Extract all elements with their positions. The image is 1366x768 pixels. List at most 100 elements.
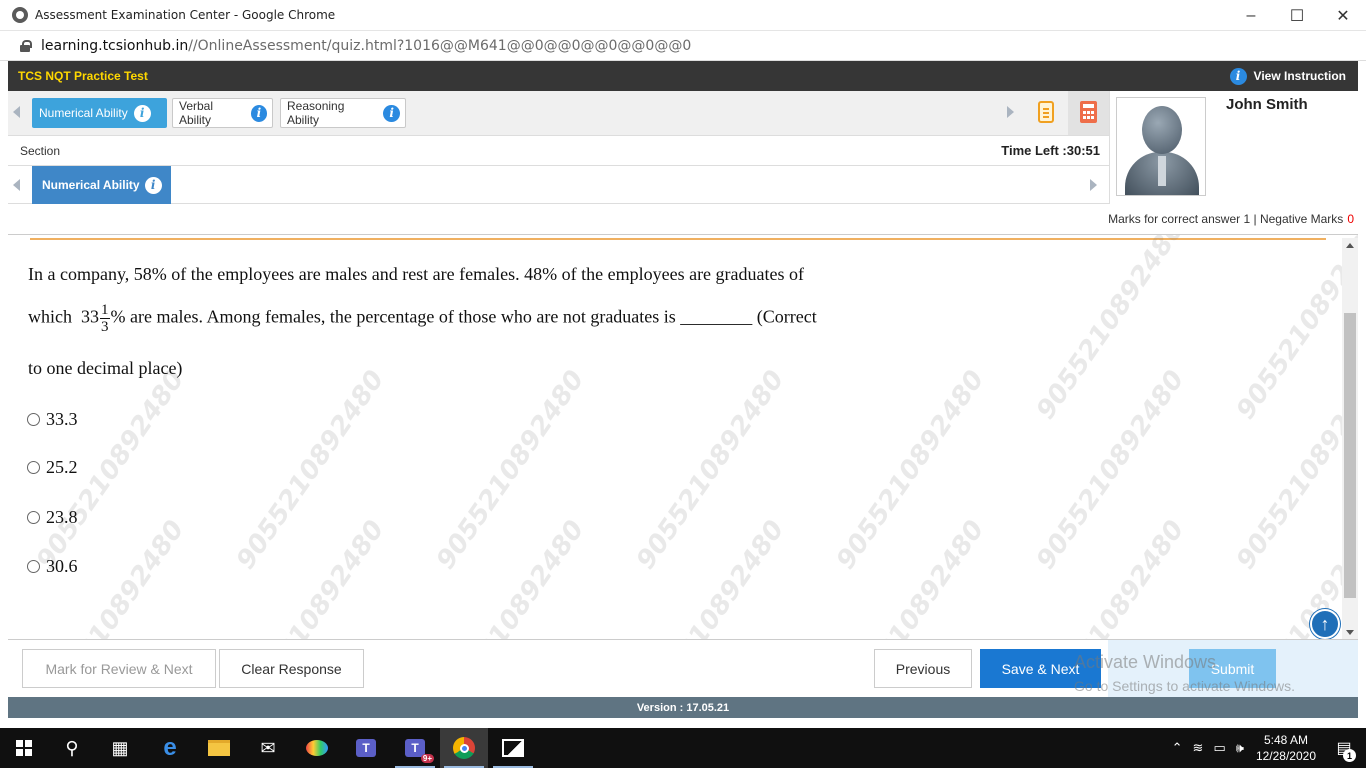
watermark: 9055210892480 [230,365,391,575]
volume-icon[interactable]: 🕪 [1236,740,1244,756]
option-radio[interactable] [27,560,40,573]
option-radio[interactable] [27,511,40,524]
info-icon: i [133,104,151,122]
watermark: 9055210892480 [1230,365,1358,575]
taskbar-photos[interactable] [489,728,537,768]
calculator-button[interactable] [1068,91,1109,135]
option-2[interactable]: 25.2 [27,457,78,478]
start-button[interactable] [0,728,48,768]
option-radio[interactable] [27,461,40,474]
tab-label: Numerical Ability [39,106,128,120]
scroll-up-icon[interactable] [1346,243,1354,248]
scroll-to-top-icon[interactable]: ↑ [1310,609,1340,639]
watermark: 9055210892480 [630,365,791,575]
watermark: 9055210892480 [230,515,391,639]
option-label: 25.2 [46,457,78,477]
windows-logo-icon [16,740,32,756]
chrome-app-icon [12,7,28,23]
version-text: Version : 17.05.21 [636,701,730,714]
marks-correct-label: Marks for correct answer [1108,212,1241,226]
taskbar-file-explorer[interactable] [195,728,243,768]
option-radio[interactable] [27,413,40,426]
minimize-icon[interactable]: – [1228,0,1274,31]
action-center-button[interactable]: ▤ 1 [1330,728,1358,768]
taskbar-chrome[interactable] [440,728,488,768]
close-icon[interactable]: ✕ [1320,0,1366,31]
view-instruction-link[interactable]: i View Instruction [1229,67,1346,85]
question-divider [30,238,1326,240]
previous-button[interactable]: Previous [874,649,972,688]
watermark: 9055210892480 [1230,234,1358,425]
browser-title-bar: Assessment Examination Center - Google C… [0,0,1366,31]
folder-icon [208,740,230,756]
question-scrollbar[interactable] [1342,238,1358,639]
marks-negative-value: 0 [1347,212,1354,226]
taskbar-clock[interactable]: 5:48 AM 12/28/2020 [1256,732,1316,764]
lock-icon[interactable] [20,39,32,52]
photos-icon [502,739,524,757]
question-text-line-3: to one decimal place) [28,358,183,378]
subtab-numerical-ability[interactable]: Numerical Ability i [32,166,171,204]
taskbar-teams-2[interactable]: T 9+ [391,728,439,768]
marks-info: Marks for correct answer 1 | Negative Ma… [8,204,1358,234]
url-path: //OnlineAssessment/quiz.html?1016@@M641@… [188,37,692,54]
url-host: learning.tcsionhub.in [41,37,189,54]
window-title: Assessment Examination Center - Google C… [35,8,336,22]
battery-icon[interactable]: ▭ [1213,740,1225,756]
tabs-scroll-right-icon[interactable] [1007,106,1014,118]
fraction: 13 [100,302,110,335]
subtab-label: Numerical Ability [42,178,140,192]
action-bar: Mark for Review & Next Clear Response Pr… [8,639,1358,698]
question-paper-icon[interactable] [1038,101,1054,123]
question-text-line-2: which 33 1 3% are males. Among females, th… [28,302,817,335]
option-4[interactable]: 30.6 [27,556,78,577]
candidate-profile: John Smith [1109,91,1358,204]
taskbar-paint[interactable] [293,728,341,768]
section-tabs-bar: Numerical Ability i Verbal Ability i Rea… [8,91,1109,136]
subtabs-scroll-right-icon[interactable] [1090,179,1097,191]
watermark: 9055210892480 [430,515,591,639]
tab-numerical-ability[interactable]: Numerical Ability i [32,98,167,128]
marks-separator: | [1250,212,1260,226]
windows-activation-subtitle: Go to Settings to activate Windows. [1074,678,1295,694]
windows-activation-title: Activate Windows [1074,652,1217,672]
clear-response-button[interactable]: Clear Response [219,649,364,688]
avatar [1116,97,1206,196]
address-bar[interactable]: learning.tcsionhub.in//OnlineAssessment/… [0,31,1366,61]
mark-for-review-button[interactable]: Mark for Review & Next [22,649,216,688]
edge-icon: e [163,734,177,761]
info-icon: i [250,104,267,122]
watermark: 9055210892480 [430,365,591,575]
tab-verbal-ability[interactable]: Verbal Ability i [172,98,273,128]
taskbar-mail[interactable]: ✉ [244,728,292,768]
tabs-scroll-left-icon[interactable] [13,106,20,118]
watermark: 9055210892480 [1030,234,1191,425]
scroll-thumb[interactable] [1344,313,1356,598]
option-1[interactable]: 33.3 [27,409,78,430]
marks-negative-label: Negative Marks [1259,212,1344,226]
task-view-button[interactable]: ▦ [96,728,144,768]
taskbar-teams[interactable]: T [342,728,390,768]
fraction-numerator: 1 [100,302,110,319]
maximize-icon[interactable]: ☐ [1274,0,1320,31]
info-icon: i [1229,67,1247,85]
option-label: 23.8 [46,507,78,527]
time-left: Time Left :30:51 [1001,143,1100,158]
url-text[interactable]: learning.tcsionhub.in//OnlineAssessment/… [41,38,691,54]
taskbar-edge[interactable]: e [146,728,194,768]
section-label: Section [20,143,61,158]
info-icon: i [383,104,400,122]
scroll-down-icon[interactable] [1346,630,1354,635]
tab-reasoning-ability[interactable]: Reasoning Ability i [280,98,406,128]
subtabs-scroll-left-icon[interactable] [13,179,20,191]
wifi-icon[interactable]: ≋ [1193,740,1204,756]
watermark: 9055210892480 [30,515,191,639]
windows-taskbar: ⚲ ▦ e ✉ T T 9+ ⌃ ≋ ▭ 🕪 5:48 AM 12/28/2020… [0,728,1366,768]
chevron-up-icon[interactable]: ⌃ [1172,740,1183,756]
watermark: 9055210892480 [830,365,991,575]
watermark: 9055210892480 [1030,365,1191,575]
test-name: TCS NQT Practice Test [18,69,148,83]
option-3[interactable]: 23.8 [27,507,78,528]
search-button[interactable]: ⚲ [48,728,96,768]
question-text-after-fraction: % are males. Among females, the percenta… [110,306,817,327]
